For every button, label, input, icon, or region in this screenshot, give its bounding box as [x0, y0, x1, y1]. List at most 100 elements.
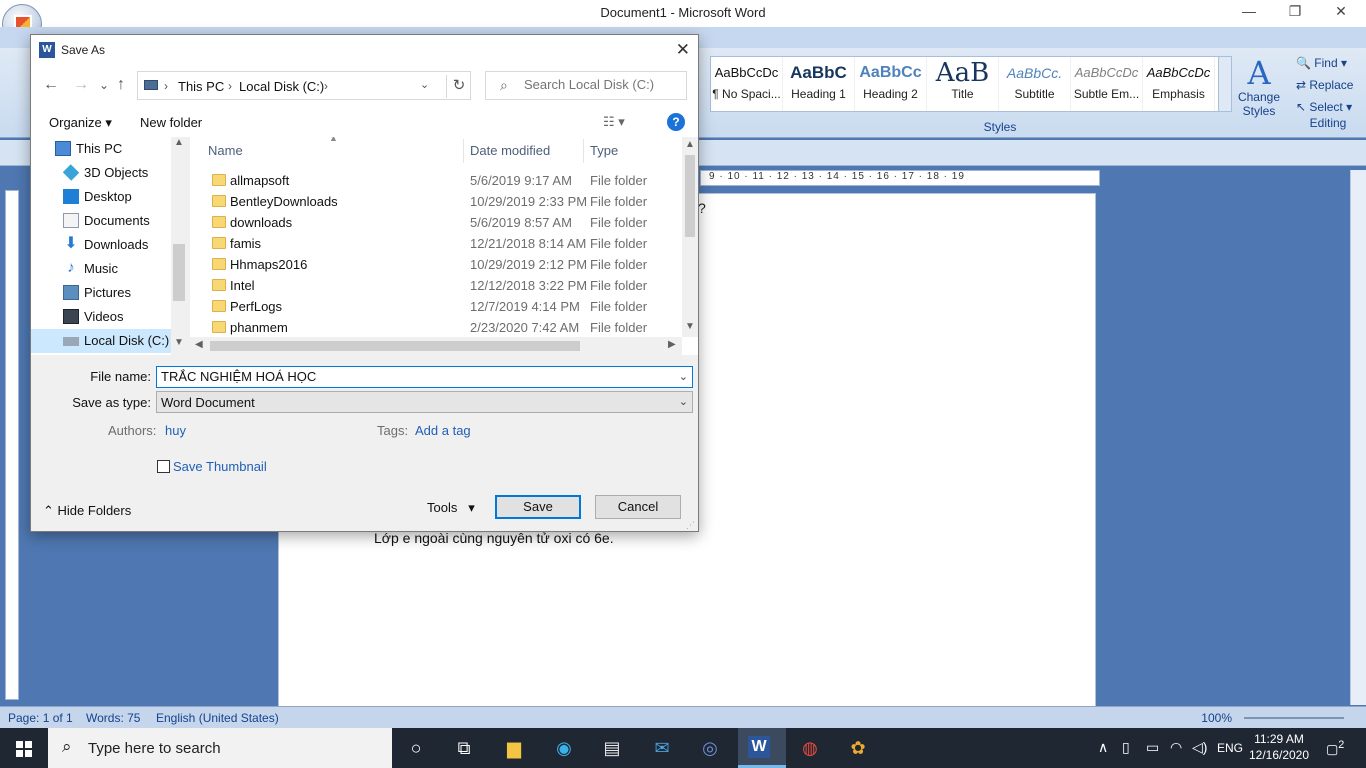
- table-row[interactable]: Intel 12/12/2018 3:22 PM File folder: [202, 275, 672, 296]
- nav-item-downloads[interactable]: ⬇ Downloads: [31, 233, 173, 257]
- cortana-icon[interactable]: ○: [402, 734, 430, 762]
- scroll-up-icon[interactable]: ▲: [685, 139, 695, 150]
- input-language[interactable]: ENG: [1217, 741, 1243, 755]
- chevron-down-icon[interactable]: ⌄: [679, 395, 688, 408]
- column-divider[interactable]: [463, 139, 464, 163]
- style-subtitle[interactable]: AaBbCc. Subtitle: [999, 57, 1071, 111]
- status-page[interactable]: Page: 1 of 1: [8, 711, 73, 725]
- file-name-input[interactable]: [161, 369, 661, 384]
- store-icon[interactable]: ▤: [598, 734, 626, 762]
- breadcrumb-this-pc[interactable]: This PC: [178, 79, 224, 94]
- save-button[interactable]: Save: [495, 495, 581, 519]
- file-name-field[interactable]: ⌄: [156, 366, 693, 388]
- view-options-icon[interactable]: ☷ ▾: [603, 114, 625, 130]
- table-row[interactable]: BentleyDownloads 10/29/2019 2:33 PM File f…: [202, 191, 672, 212]
- app-swirl-icon[interactable]: ✿: [844, 734, 872, 762]
- dialog-close-icon[interactable]: ✕: [676, 40, 690, 60]
- save-thumbnail-checkbox[interactable]: [157, 460, 170, 473]
- column-header-name[interactable]: Name: [208, 137, 458, 165]
- style-heading-2[interactable]: AaBbCc Heading 2: [855, 57, 927, 111]
- save-as-type-select[interactable]: Word Document ⌄: [156, 391, 693, 413]
- nav-item-3d-objects[interactable]: 3D Objects: [31, 161, 173, 185]
- folder-search-box[interactable]: ⌕: [485, 71, 687, 100]
- start-button[interactable]: [0, 728, 48, 768]
- word-taskbar-button[interactable]: W: [738, 728, 786, 768]
- table-row[interactable]: famis 12/21/2018 8:14 AM File folder: [202, 233, 672, 254]
- style-heading-1[interactable]: AaBbC Heading 1: [783, 57, 855, 111]
- table-row[interactable]: downloads 5/6/2019 8:57 AM File folder: [202, 212, 672, 233]
- dialog-title-bar[interactable]: W Save As ✕: [31, 35, 698, 65]
- nav-item-documents[interactable]: Documents: [31, 209, 173, 233]
- folder-search-input[interactable]: [524, 77, 684, 92]
- scroll-up-icon[interactable]: ▲: [174, 137, 184, 148]
- nav-item-videos[interactable]: Videos: [31, 305, 173, 329]
- authors-value[interactable]: huy: [165, 423, 186, 438]
- zoom-slider[interactable]: [1244, 717, 1344, 719]
- back-arrow-icon[interactable]: ←: [43, 76, 59, 94]
- task-view-icon[interactable]: ⧉: [450, 734, 478, 762]
- scroll-left-icon[interactable]: ◀: [195, 339, 203, 350]
- scroll-down-icon[interactable]: ▼: [174, 337, 184, 348]
- change-styles-button[interactable]: A Change Styles: [1236, 56, 1282, 118]
- resize-grip-icon[interactable]: ⋰: [686, 520, 695, 531]
- table-row[interactable]: Hhmaps2016 10/29/2019 2:12 PM File folder: [202, 254, 672, 275]
- scroll-down-icon[interactable]: ▼: [685, 321, 695, 332]
- nav-item-desktop[interactable]: Desktop: [31, 185, 173, 209]
- save-thumbnail-label[interactable]: Save Thumbnail: [173, 459, 267, 474]
- help-icon[interactable]: ?: [667, 113, 685, 131]
- status-language[interactable]: English (United States): [156, 711, 279, 725]
- nav-item-this-pc[interactable]: This PC: [31, 137, 173, 161]
- find-button[interactable]: 🔍 Find ▾: [1290, 52, 1360, 74]
- scroll-thumb[interactable]: [173, 244, 185, 301]
- volume-icon[interactable]: ◁): [1192, 739, 1207, 756]
- new-folder-button[interactable]: New folder: [140, 115, 202, 130]
- refresh-icon[interactable]: ↻: [446, 75, 471, 98]
- table-row[interactable]: allmapsoft 5/6/2019 9:17 AM File folder: [202, 170, 672, 191]
- column-divider[interactable]: [583, 139, 584, 163]
- clock[interactable]: 11:29 AM 12/16/2020: [1243, 731, 1315, 763]
- style-title[interactable]: AaB Title: [927, 57, 999, 111]
- replace-button[interactable]: ⇄ Replace: [1290, 74, 1360, 96]
- nav-pane-scrollbar[interactable]: ▲ ▼: [171, 137, 187, 355]
- up-arrow-icon[interactable]: ↑: [117, 76, 125, 94]
- minimize-icon[interactable]: —: [1226, 3, 1272, 19]
- table-row[interactable]: PerfLogs 12/7/2019 4:14 PM File folder: [202, 296, 672, 317]
- organize-button[interactable]: Organize ▾: [49, 115, 112, 131]
- chrome-icon[interactable]: ◍: [796, 734, 824, 762]
- taskbar-search[interactable]: ⌕ Type here to search: [48, 728, 392, 768]
- app-circle-icon[interactable]: ◎: [696, 734, 724, 762]
- document-scrollbar[interactable]: [1350, 170, 1366, 705]
- forward-arrow-icon[interactable]: →: [73, 76, 89, 94]
- recent-dropdown-icon[interactable]: ⌄: [99, 78, 109, 92]
- nav-item-music[interactable]: ♪ Music: [31, 257, 173, 281]
- column-header-type[interactable]: Type: [590, 137, 670, 165]
- tray-device-icon[interactable]: ▯: [1122, 739, 1130, 756]
- notifications-icon[interactable]: ▢2: [1326, 739, 1344, 757]
- vertical-ruler[interactable]: [5, 190, 19, 700]
- breadcrumb-local-disk[interactable]: Local Disk (C:): [239, 79, 324, 94]
- style-emphasis[interactable]: AaBbCcDc Emphasis: [1143, 57, 1215, 111]
- zoom-level[interactable]: 100%: [1201, 711, 1232, 725]
- horizontal-ruler[interactable]: 9 · 10 · 11 · 12 · 13 · 14 · 15 · 16 · 1…: [700, 170, 1100, 186]
- column-header-date[interactable]: Date modified: [470, 137, 580, 165]
- wifi-icon[interactable]: ◠: [1170, 739, 1182, 756]
- address-dropdown-icon[interactable]: ⌄: [420, 78, 429, 91]
- file-list-vertical-scrollbar[interactable]: ▲ ▼: [682, 137, 698, 337]
- hide-folders-button[interactable]: ⌃ Hide Folders: [43, 503, 131, 519]
- edge-icon[interactable]: ◉: [550, 734, 578, 762]
- file-list-horizontal-scrollbar[interactable]: ◀ ▶: [190, 337, 682, 355]
- scroll-thumb[interactable]: [685, 155, 695, 237]
- tools-button[interactable]: Tools ▾: [427, 500, 475, 516]
- table-row[interactable]: phanmem 2/23/2020 7:42 AM File folder: [202, 317, 672, 338]
- tray-chevron-icon[interactable]: ∧: [1098, 739, 1108, 756]
- style-no-spacing[interactable]: AaBbCcDc ¶ No Spaci...: [711, 57, 783, 111]
- status-words[interactable]: Words: 75: [86, 711, 140, 725]
- file-explorer-icon[interactable]: ▆: [500, 734, 528, 762]
- battery-icon[interactable]: ▭: [1146, 739, 1159, 756]
- address-bar[interactable]: › This PC › Local Disk (C:) › ⌄ ↻: [137, 71, 471, 100]
- close-icon[interactable]: ✕: [1318, 3, 1364, 20]
- scroll-right-icon[interactable]: ▶: [668, 339, 676, 350]
- add-tag-link[interactable]: Add a tag: [415, 423, 471, 438]
- nav-item-local-disk[interactable]: Local Disk (C:): [31, 329, 173, 353]
- nav-item-pictures[interactable]: Pictures: [31, 281, 173, 305]
